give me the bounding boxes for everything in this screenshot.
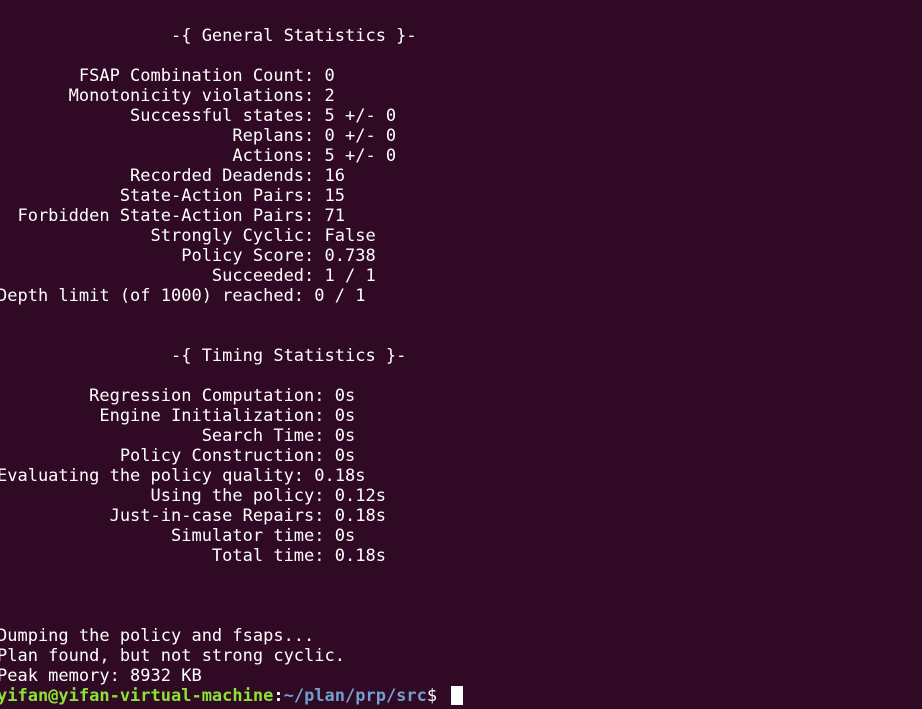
stat-depth-limit-reached: Depth limit (of 1000) reached: 0 / 1 [0,286,366,306]
stat-forbidden-state-action-pairs: Forbidden State-Action Pairs: 71 [0,206,345,226]
message-dumping-policy: Dumping the policy and fsaps... [0,626,315,646]
shell-prompt[interactable]: yifan@yifan-virtual-machine:~/plan/prp/s… [0,686,464,706]
timing-statistics-header: -{ Timing Statistics }- [0,346,407,366]
timing-regression-computation: Regression Computation: 0s [0,386,356,406]
stat-fsap-combination-count: FSAP Combination Count: 0 [0,66,335,86]
timing-just-in-case-repairs: Just-in-case Repairs: 0.18s [0,506,386,526]
timing-using-the-policy: Using the policy: 0.12s [0,486,386,506]
stat-succeeded: Succeeded: 1 / 1 [0,266,376,286]
text-cursor[interactable] [451,686,464,705]
stat-successful-states: Successful states: 5 +/- 0 [0,106,397,126]
timing-simulator-time: Simulator time: 0s [0,526,356,546]
timing-search-time: Search Time: 0s [0,426,356,446]
terminal-window[interactable]: -{ General Statistics }- FSAP Combinatio… [0,0,922,709]
stat-recorded-deadends: Recorded Deadends: 16 [0,166,345,186]
stat-state-action-pairs: State-Action Pairs: 15 [0,186,345,206]
timing-policy-construction: Policy Construction: 0s [0,446,356,466]
prompt-sigil: $ [426,686,448,706]
prompt-path: ~/plan/prp/src [283,686,427,706]
stat-replans: Replans: 0 +/- 0 [0,126,397,146]
message-peak-memory: Peak memory: 8932 KB [0,666,202,686]
timing-total-time: Total time: 0.18s [0,546,386,566]
prompt-colon: : [273,686,284,706]
stat-strongly-cyclic: Strongly Cyclic: False [0,226,376,246]
stat-policy-score: Policy Score: 0.738 [0,246,376,266]
message-plan-found: Plan found, but not strong cyclic. [0,646,345,666]
general-statistics-header: -{ General Statistics }- [0,26,417,46]
stat-monotonicity-violations: Monotonicity violations: 2 [0,86,335,106]
stat-actions: Actions: 5 +/- 0 [0,146,397,166]
timing-evaluating-policy-quality: Evaluating the policy quality: 0.18s [0,466,366,486]
prompt-user-host: yifan@yifan-virtual-machine [0,686,274,706]
timing-engine-initialization: Engine Initialization: 0s [0,406,356,426]
